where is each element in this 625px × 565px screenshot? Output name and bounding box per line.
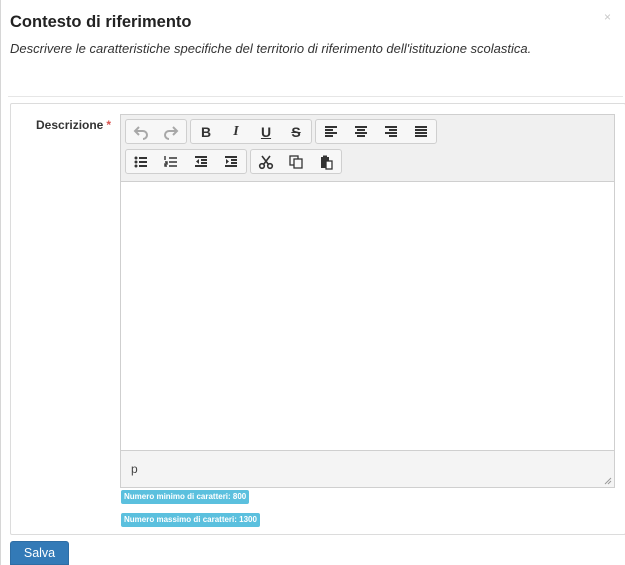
resize-handle-icon[interactable]: [602, 475, 612, 485]
header-divider: [8, 96, 623, 97]
italic-icon[interactable]: I: [221, 120, 251, 143]
bullet-list-icon[interactable]: [126, 150, 156, 173]
required-marker: *: [106, 118, 112, 132]
max-chars-badge: Numero massimo di caratteri: 1300: [121, 513, 260, 527]
toolbar-row-2: [125, 149, 345, 174]
copy-icon[interactable]: [281, 150, 311, 173]
clipboard-group: [250, 149, 342, 174]
form-panel: Descrizione * B I U S p Numero minimo di…: [10, 103, 625, 535]
align-justify-icon[interactable]: [406, 120, 436, 143]
align-left-icon[interactable]: [316, 120, 346, 143]
alignment-group: [315, 119, 437, 144]
strikethrough-icon[interactable]: S: [281, 120, 311, 143]
min-chars-badge: Numero minimo di caratteri: 800: [121, 490, 250, 504]
outdent-icon[interactable]: [186, 150, 216, 173]
page-title: Contesto di riferimento: [10, 13, 192, 31]
history-group: [125, 119, 187, 144]
format-group: B I U S: [190, 119, 312, 144]
left-border: [0, 0, 1, 565]
editor-content-area[interactable]: [121, 182, 614, 450]
indent-icon[interactable]: [216, 150, 246, 173]
align-right-icon[interactable]: [376, 120, 406, 143]
numbered-list-icon[interactable]: [156, 150, 186, 173]
editor-statusbar: p: [121, 450, 614, 487]
rich-text-editor: B I U S p: [120, 114, 615, 488]
element-path[interactable]: p: [131, 462, 138, 476]
bold-icon[interactable]: B: [191, 120, 221, 143]
redo-icon[interactable]: [156, 120, 186, 143]
editor-toolbar: B I U S: [121, 115, 614, 182]
undo-icon[interactable]: [126, 120, 156, 143]
description-label-text: Descrizione: [36, 118, 104, 132]
underline-icon[interactable]: U: [251, 120, 281, 143]
cut-icon[interactable]: [251, 150, 281, 173]
list-group: [125, 149, 247, 174]
page-subtitle: Descrivere le caratteristiche specifiche…: [10, 41, 532, 56]
toolbar-row-1: B I U S: [125, 119, 440, 144]
paste-icon[interactable]: [311, 150, 341, 173]
description-label: Descrizione *: [36, 118, 111, 132]
close-icon[interactable]: ×: [604, 10, 611, 24]
align-center-icon[interactable]: [346, 120, 376, 143]
save-button[interactable]: Salva: [10, 541, 69, 565]
dialog-header: Contesto di riferimento Descrivere le ca…: [10, 12, 615, 60]
